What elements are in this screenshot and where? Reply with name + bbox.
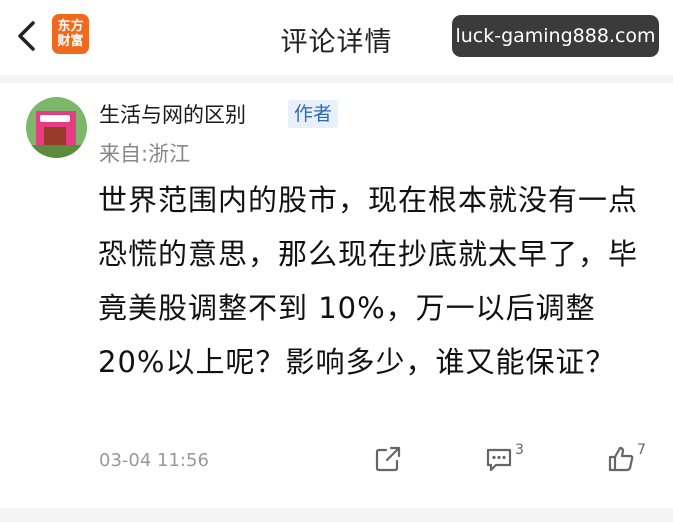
thumbs-up-icon bbox=[608, 446, 634, 472]
comment-count: 3 bbox=[515, 442, 524, 458]
like-count: 7 bbox=[637, 442, 646, 458]
share-button[interactable] bbox=[373, 444, 403, 474]
divider bbox=[0, 75, 673, 83]
comment-icon bbox=[486, 448, 512, 472]
header-bar: 东方 财富 评论详情 luck-gaming888.com bbox=[0, 0, 673, 75]
avatar[interactable] bbox=[26, 97, 87, 158]
comment-button[interactable]: 3 bbox=[484, 442, 524, 474]
username[interactable]: 生活与网的区别 bbox=[99, 99, 246, 129]
divider bbox=[0, 508, 673, 522]
watermark-badge: luck-gaming888.com bbox=[452, 15, 659, 57]
comment-body: 世界范围内的股市，现在根本就没有一点恐慌的意思，那么现在抄底就太早了，毕竟美股调… bbox=[98, 183, 639, 379]
comment-timestamp: 03-04 11:56 bbox=[99, 450, 209, 471]
share-icon bbox=[375, 446, 401, 472]
like-button[interactable]: 7 bbox=[606, 442, 646, 474]
location-label: 来自:浙江 bbox=[99, 142, 191, 166]
author-badge: 作者 bbox=[288, 100, 339, 128]
